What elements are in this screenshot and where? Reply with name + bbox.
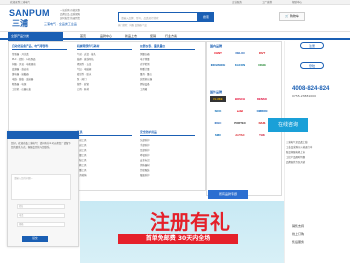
menu-divider bbox=[77, 49, 132, 50]
nav-item-new[interactable]: 新品上市 bbox=[125, 33, 137, 40]
top-bar: 欢迎来到三浦电气 企业服务 工厂直供 帮助中心 bbox=[0, 0, 350, 5]
nav-item-solutions[interactable]: 行业方案 bbox=[165, 33, 177, 40]
banner-title: 注册有礼 bbox=[150, 212, 230, 234]
all-categories-button[interactable]: 全部产品分类 bbox=[8, 32, 63, 41]
hot-search-words[interactable]: 热门搜索：伺服 变频器 气缸 bbox=[118, 23, 147, 27]
brand-section-title: 国内品牌 bbox=[210, 44, 223, 48]
brand-logo[interactable]: azbil bbox=[232, 108, 248, 114]
online-consult-button[interactable]: 在线咨询 bbox=[268, 118, 308, 132]
chat-phone-field[interactable]: 电话 bbox=[17, 213, 65, 218]
topbar-link[interactable]: 工厂直供 bbox=[262, 0, 272, 5]
login-button[interactable]: 登陆 bbox=[300, 62, 324, 69]
sales-links: 销售支持 线上订购 售后服务 bbox=[292, 222, 342, 246]
brand-logo[interactable]: OMRON bbox=[254, 108, 270, 114]
sales-support-link[interactable]: 销售支持 bbox=[292, 222, 342, 230]
logo-cn: 三浦 bbox=[12, 19, 28, 28]
cart-label: 购物车 bbox=[289, 14, 299, 18]
brand-logo[interactable]: BOSCH bbox=[232, 96, 248, 102]
brand-logo[interactable]: IDEC bbox=[210, 120, 226, 126]
all-brands-button[interactable]: 所有品牌专题 bbox=[208, 190, 248, 199]
menu-divider bbox=[77, 135, 132, 136]
menu-item[interactable]: 刀具 · 耗材 bbox=[77, 87, 96, 92]
chat-header[interactable] bbox=[7, 131, 79, 139]
brand-logo[interactable]: AirTAC bbox=[232, 132, 248, 138]
menu-divider bbox=[140, 135, 195, 136]
hotline-number-2: 0755-23881000 bbox=[292, 94, 316, 98]
nav-item-brands[interactable]: 品牌中心 bbox=[100, 33, 112, 40]
chat-email-field[interactable]: 邮箱 bbox=[17, 222, 65, 227]
nav-item-home[interactable]: 首页 bbox=[80, 33, 86, 40]
menu-column-title[interactable]: 自动化设备产品、电气零部件 bbox=[12, 44, 48, 48]
menu-column-title[interactable]: 机械零部件与耗材 bbox=[77, 44, 99, 48]
menu-column-list: 测量仪器 电子测量 光学检测 称重计量 量具 · 量仪 实验室仪器 焊接设备 工… bbox=[140, 52, 152, 92]
topbar-link[interactable]: 企业服务 bbox=[232, 0, 242, 5]
menu-column-list: 头部防护 手部防护 足部防护 呼吸防护 安全标识 消防器材 劳保服装 眼面防护 bbox=[140, 138, 150, 178]
search-input[interactable]: 请输入品牌、型号、品类进行搜索 bbox=[118, 12, 198, 22]
menu-item[interactable]: 工具箱 bbox=[140, 87, 152, 92]
chat-message-input[interactable]: 请输入您的问题... bbox=[11, 174, 71, 200]
menu-divider bbox=[12, 49, 67, 50]
brand-logo[interactable]: XINJE bbox=[254, 62, 270, 68]
chat-greeting: 您好，欢迎光临三浦电气！请问有什么可以帮您？请留下您的联系方式，客服会尽快与您联… bbox=[11, 142, 71, 149]
brand-logo[interactable]: INVT bbox=[254, 50, 270, 56]
banner-subtitle: 首单免邮费 30天内全场 bbox=[118, 234, 238, 244]
brand-logo[interactable]: DELIXI bbox=[232, 50, 248, 56]
brand-logo[interactable]: FLUKE bbox=[210, 96, 226, 102]
logo-tagline: 三浦电气 · 全品类工业品 bbox=[44, 22, 77, 26]
menu-column-list: 传感器 · 开关类 PLC · 控制 · 人机界面 伺服 · 步进 · 电机驱动… bbox=[12, 52, 36, 92]
brand-logo[interactable]: PORTEX bbox=[232, 120, 248, 126]
brand-section-title: 国外品牌 bbox=[210, 90, 223, 94]
menu-item[interactable]: 工控机 · 仪器仪表 bbox=[12, 87, 36, 92]
cart-button[interactable]: 🛒 购物车 bbox=[279, 12, 305, 21]
chat-name-field[interactable]: 姓名 bbox=[17, 204, 65, 209]
brand-logo[interactable]: DENSO bbox=[254, 96, 270, 102]
news-item[interactable]: 品牌直供专区开放 bbox=[286, 160, 342, 165]
menu-column-title[interactable]: 安全防护用品 bbox=[140, 130, 157, 134]
topbar-link[interactable]: 帮助中心 bbox=[292, 0, 302, 5]
header-badge: 实时发货 快速到货 bbox=[60, 17, 80, 20]
brand-logo[interactable]: SICK bbox=[210, 108, 226, 114]
menu-column-list: 气动 · 过滤 · 接头 轴承 · 直线导轨 紧固件 · 五金 气缸 · 电磁阀… bbox=[77, 52, 96, 92]
cart-icon: 🛒 bbox=[285, 14, 289, 18]
brand-grid-domestic: CHNT DELIXI INVT INOVANCE KACON XINJE bbox=[210, 50, 282, 68]
welcome-text: 欢迎来到三浦电气 bbox=[10, 1, 31, 4]
brand-logo[interactable]: CHNT bbox=[210, 50, 226, 56]
brand-logo[interactable]: KACON bbox=[232, 62, 248, 68]
chat-submit-button[interactable]: 提交 bbox=[22, 236, 48, 242]
online-order-link[interactable]: 线上订购 bbox=[292, 230, 342, 238]
brand-logo[interactable]: SMC bbox=[210, 132, 226, 138]
after-sales-link[interactable]: 售后服务 bbox=[292, 238, 342, 246]
register-button[interactable]: 注册 bbox=[300, 42, 324, 49]
menu-divider bbox=[140, 49, 195, 50]
brand-logo[interactable]: THK bbox=[254, 132, 270, 138]
logo[interactable]: SANPUM bbox=[9, 8, 50, 18]
hotline-number: 4008-824-824 bbox=[292, 86, 330, 92]
brand-logo[interactable]: INOVANCE bbox=[210, 62, 226, 68]
nav-item-promo[interactable]: 促销 bbox=[150, 33, 156, 40]
news-list: 三浦电气全品类上线 工业品采购节火热进行中 新品伺服电机上市 工控产品限时特惠 … bbox=[286, 140, 342, 165]
menu-column-title[interactable]: 仪器仪表、量具量仪 bbox=[140, 44, 165, 48]
menu-item[interactable]: 眼面防护 bbox=[140, 173, 150, 178]
search-button[interactable]: 搜索 bbox=[198, 12, 214, 22]
